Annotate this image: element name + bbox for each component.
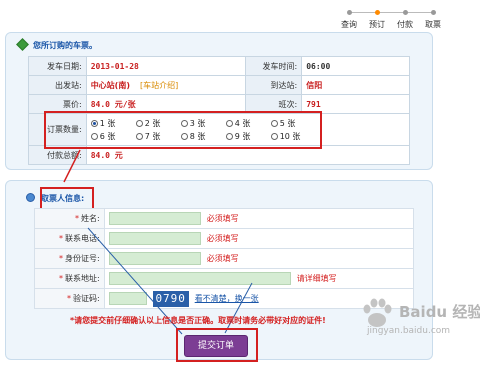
baidu-jingyan-watermark: Baidu 经验 jingyan.baidu.com xyxy=(357,296,480,344)
arrow-line xyxy=(63,149,81,183)
warning-text: *请您提交前仔细确认以上信息是否正确。取票时请务必带好对应的证件! xyxy=(70,316,326,325)
submit-order-button[interactable]: 提交订单 xyxy=(184,335,248,357)
watermark-title: Baidu 经验 xyxy=(399,303,480,321)
step-dot xyxy=(346,10,352,15)
step-dot xyxy=(430,10,436,15)
watermark-url: jingyan.baidu.com xyxy=(367,326,451,336)
paw-logo-icon xyxy=(363,298,392,327)
step-dot xyxy=(402,10,408,15)
step-dot xyxy=(374,10,380,15)
